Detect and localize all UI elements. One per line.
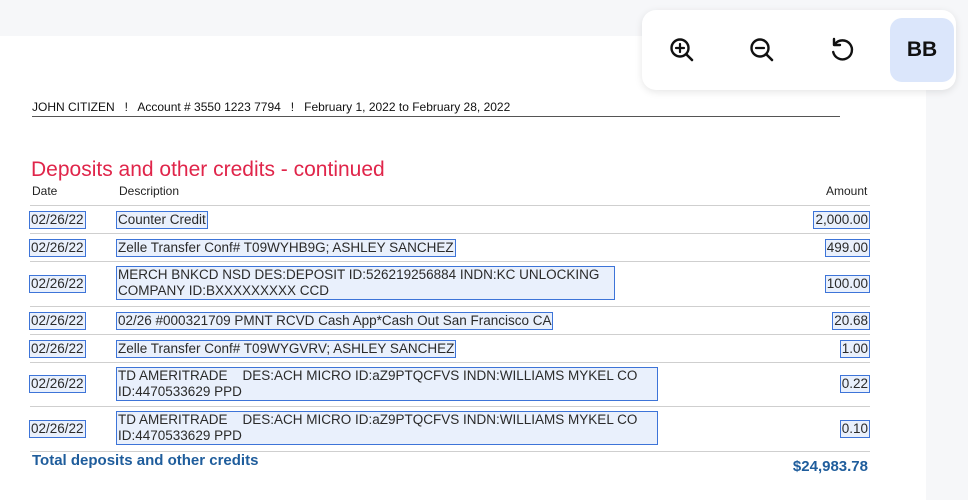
table-row: 02/26/22 Zelle Transfer Conf# T09WYHB9G;… — [29, 234, 871, 262]
row-date[interactable]: 02/26/22 — [29, 239, 86, 257]
row-description-line: COMPANY ID:BXXXXXXXXX CCD — [118, 283, 330, 298]
row-description-line: ID:4470533629 PPD — [118, 428, 242, 443]
row-description[interactable]: Zelle Transfer Conf# T09WYGVRV; ASHLEY S… — [115, 340, 457, 358]
column-header-date: Date — [32, 184, 58, 198]
viewer-gutter — [926, 36, 968, 500]
row-description-line: MERCH BNKCD NSD DES:DEPOSIT ID:526219256… — [118, 267, 600, 282]
row-description-line: TD AMERITRADE DES:ACH MICRO ID:aZ9PTQCFV… — [118, 412, 638, 427]
column-header-description: Description — [119, 184, 180, 198]
row-description-line: ID:4470533629 PPD — [118, 384, 242, 399]
row-description[interactable]: Zelle Transfer Conf# T09WYHB9G; ASHLEY S… — [116, 239, 456, 257]
row-amount[interactable]: 0.22 — [839, 375, 871, 393]
row-date[interactable]: 02/26/22 — [29, 420, 86, 438]
table-row: 02/26/22 MERCH BNKCD NSD DES:DEPOSIT ID:… — [29, 262, 871, 307]
row-amount[interactable]: 20.68 — [832, 312, 870, 330]
row-date[interactable]: 02/26/22 — [29, 312, 86, 330]
row-description[interactable]: Counter Credit — [116, 211, 208, 229]
row-description[interactable]: MERCH BNKCD NSD DES:DEPOSIT ID:526219256… — [116, 266, 615, 300]
rotate-icon — [832, 37, 854, 61]
row-amount[interactable]: 0.10 — [839, 420, 871, 438]
row-amount[interactable]: 2,000.00 — [813, 211, 870, 229]
zoom-in-button[interactable] — [650, 24, 714, 76]
total-label: Total deposits and other credits — [32, 452, 259, 469]
row-amount[interactable]: 499.00 — [824, 239, 871, 257]
zoom-out-button[interactable] — [730, 24, 794, 76]
row-amount[interactable]: 1.00 — [839, 340, 871, 358]
rotate-button[interactable] — [810, 24, 874, 76]
zoom-in-icon — [670, 38, 694, 62]
row-amount[interactable]: 100.00 — [824, 275, 871, 293]
viewer-toolbar: BB — [642, 10, 956, 90]
statement-header: JOHN CITIZEN ! Account # 3550 1223 7794 … — [32, 100, 840, 117]
table-row: 02/26/22 Zelle Transfer Conf# T09WYGVRV;… — [29, 335, 871, 363]
row-description[interactable]: TD AMERITRADE DES:ACH MICRO ID:aZ9PTQCFV… — [116, 367, 658, 401]
table-row: 02/26/22 02/26 #000321709 PMNT RCVD Cash… — [29, 307, 870, 335]
avatar[interactable]: BB — [890, 18, 954, 82]
row-date[interactable]: 02/26/22 — [29, 211, 86, 229]
table-row: 02/26/22 Counter Credit 2,000.00 — [29, 206, 870, 234]
section-title: Deposits and other credits - continued — [31, 158, 385, 181]
row-description-line: TD AMERITRADE DES:ACH MICRO ID:aZ9PTQCFV… — [118, 368, 638, 383]
row-description[interactable]: 02/26 #000321709 PMNT RCVD Cash App*Cash… — [115, 312, 554, 330]
row-date[interactable]: 02/26/22 — [29, 375, 86, 393]
table-row: 02/26/22 TD AMERITRADE DES:ACH MICRO ID:… — [29, 407, 871, 452]
column-header-amount: Amount — [826, 184, 868, 198]
row-date[interactable]: 02/26/22 — [29, 340, 86, 358]
table-row: 02/26/22 TD AMERITRADE DES:ACH MICRO ID:… — [29, 363, 871, 407]
zoom-out-icon — [750, 38, 774, 62]
row-date[interactable]: 02/26/22 — [29, 275, 86, 293]
row-description[interactable]: TD AMERITRADE DES:ACH MICRO ID:aZ9PTQCFV… — [116, 411, 658, 445]
total-value: $24,983.78 — [792, 458, 868, 475]
